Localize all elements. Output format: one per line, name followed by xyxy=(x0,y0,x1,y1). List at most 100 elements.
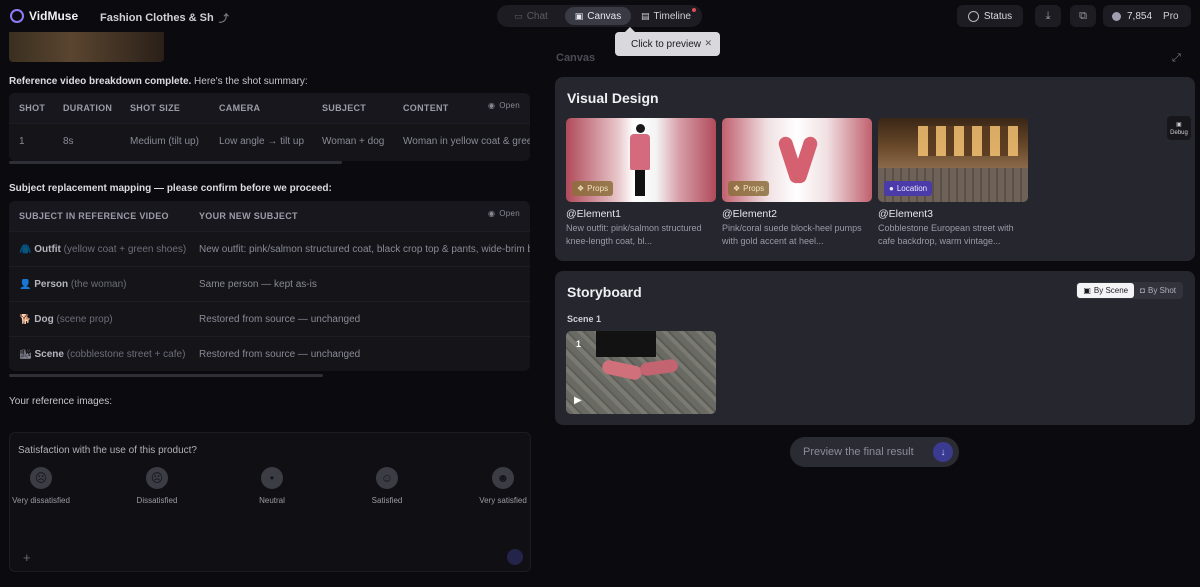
credits-count: 7,854 xyxy=(1127,10,1153,22)
city-icon: 🏙 xyxy=(19,348,32,360)
credits-icon xyxy=(1112,11,1121,21)
table-scrollbar[interactable] xyxy=(9,374,323,377)
rating-satisfied[interactable]: ☺ Satisfied xyxy=(352,467,422,506)
status-icon xyxy=(967,10,979,22)
open-button[interactable]: ◉ Open xyxy=(488,101,520,110)
reference-thumbnail[interactable] xyxy=(9,32,164,62)
visual-design-title: Visual Design xyxy=(567,90,659,106)
mapping-table: SUBJECT IN REFERENCE VIDEO YOUR NEW SUBJ… xyxy=(9,201,530,371)
element-name: @Element1 xyxy=(566,208,622,220)
chat-panel: Reference video breakdown complete. Here… xyxy=(0,32,540,587)
shot-table: SHOT DURATION SHOT SIZE CAMERA SUBJECT C… xyxy=(9,93,530,161)
rating-neutral[interactable]: • Neutral xyxy=(237,467,307,506)
visual-design-card: Visual Design ❖ Props @Element1 New outfi… xyxy=(555,77,1195,261)
download-button[interactable]: ⤓ xyxy=(1035,5,1061,27)
rating-very-dissatisfied[interactable]: ☹ Very dissatisfied xyxy=(6,467,76,506)
element-name: @Element2 xyxy=(722,208,778,220)
shoes-figure xyxy=(772,135,822,186)
rating-dissatisfied[interactable]: ☹ Dissatisfied xyxy=(122,467,192,506)
props-icon: ❖ xyxy=(733,184,741,193)
reference-images-label: Your reference images: xyxy=(9,396,113,407)
storyboard-card: Storyboard ▣ By Scene ◘ By Shot Scene 1 1 … xyxy=(555,271,1195,425)
table-row: 👤 Person (the woman) Same person — kept … xyxy=(9,266,530,301)
plan-badge: Pro xyxy=(1163,10,1179,22)
project-title-text: Fashion Clothes & Sh xyxy=(100,11,214,24)
tab-chat[interactable]: ▭ Chat xyxy=(499,7,563,25)
location-pin-icon: ● xyxy=(889,184,894,193)
eye-icon: ◉ xyxy=(487,101,496,110)
eye-icon: ◉ xyxy=(487,209,496,218)
props-icon: ❖ xyxy=(577,184,585,193)
logo-icon xyxy=(10,9,24,23)
tab-canvas[interactable]: ▣ Canvas xyxy=(565,7,631,25)
props-tag: ❖ Props xyxy=(728,181,770,196)
download-icon: ⤓ xyxy=(1045,9,1051,22)
table-header: SHOT DURATION SHOT SIZE CAMERA SUBJECT C… xyxy=(9,93,530,123)
person-icon: 👤 xyxy=(19,278,32,290)
status-button[interactable]: Status xyxy=(957,5,1023,27)
very-dissatisfied-face-icon: ☹ xyxy=(30,467,52,489)
element-image[interactable]: ● Location xyxy=(878,118,1028,202)
storyboard-title: Storyboard xyxy=(567,284,642,300)
share-button[interactable]: ⧉ xyxy=(1070,5,1096,27)
by-shot-toggle[interactable]: ◘ By Shot xyxy=(1134,283,1182,298)
chat-input-bar[interactable]: + xyxy=(9,544,529,570)
element-image[interactable]: ❖ Props xyxy=(566,118,716,202)
scene-label: Scene 1 xyxy=(567,314,602,324)
open-button[interactable]: ◉ Open xyxy=(488,209,520,218)
dissatisfied-face-icon: ☹ xyxy=(146,467,168,489)
notification-dot xyxy=(692,8,696,12)
debug-button[interactable]: ▣ Debug xyxy=(1167,116,1191,140)
scene-icon: ▣ xyxy=(1083,286,1091,295)
credits-badge[interactable]: 7,854 Pro xyxy=(1103,5,1191,27)
element-name: @Element3 xyxy=(878,208,934,220)
props-tag: ❖ Props xyxy=(572,181,614,196)
table-row: 🧥 Outfit (yellow coat + green shoes) New… xyxy=(9,231,530,266)
canvas-panel: Canvas ⤢ Visual Design ❖ Props @Element1 … xyxy=(545,32,1200,587)
preview-final-result-button[interactable]: Preview the final result ↓ xyxy=(790,437,959,467)
satisfied-face-icon: ☺ xyxy=(376,467,398,489)
by-scene-toggle[interactable]: ▣ By Scene xyxy=(1077,283,1135,298)
table-header: SUBJECT IN REFERENCE VIDEO YOUR NEW SUBJ… xyxy=(9,201,530,231)
outfit-icon: 🧥 xyxy=(19,243,32,255)
table-scrollbar[interactable] xyxy=(9,161,342,164)
chat-icon: ▭ xyxy=(514,10,523,21)
element-card[interactable]: ● Location @Element3 Cobblestone European… xyxy=(878,118,1028,248)
send-button[interactable] xyxy=(507,549,523,565)
very-satisfied-face-icon: ☻ xyxy=(492,467,514,489)
element-description: Pink/coral suede block-heel pumps with g… xyxy=(722,223,862,246)
element-description: Cobblestone European street with cafe ba… xyxy=(878,223,1014,246)
element-card[interactable]: ❖ Props @Element1 New outfit: pink/salmon… xyxy=(566,118,716,248)
play-icon[interactable]: ▶ xyxy=(574,395,582,406)
debug-icon: ▣ xyxy=(1176,121,1182,128)
location-tag: ● Location xyxy=(884,181,933,196)
external-link-icon: ⧉ xyxy=(1079,9,1087,22)
shot-thumbnail[interactable]: 1 ▶ xyxy=(566,331,716,414)
project-title[interactable]: Fashion Clothes & Sh ⤴ xyxy=(100,10,229,26)
tab-timeline[interactable]: ▤ Timeline xyxy=(633,7,699,25)
shot-number: 1 xyxy=(576,339,582,349)
table-row: 1 8s Medium (tilt up) Low angle → tilt u… xyxy=(9,123,530,158)
timeline-icon: ▤ xyxy=(641,10,650,21)
add-attachment-icon[interactable]: + xyxy=(23,550,31,565)
dog-icon: 🐕 xyxy=(19,313,32,325)
app-logo[interactable]: VidMuse xyxy=(10,9,78,23)
app-name: VidMuse xyxy=(29,9,79,23)
table-row: 🏙 Scene (cobblestone street + cafe) Rest… xyxy=(9,336,530,371)
breakdown-message: Reference video breakdown complete. Here… xyxy=(9,76,308,87)
mode-tabs: ▭ Chat ▣ Canvas ▤ Timeline xyxy=(497,5,702,27)
element-card[interactable]: ❖ Props @Element2 Pink/coral suede block-… xyxy=(722,118,872,248)
camera-icon: ◘ xyxy=(1140,286,1145,295)
canvas-heading: Canvas xyxy=(556,52,596,64)
survey-question: Satisfaction with the use of this produc… xyxy=(18,445,197,456)
rating-very-satisfied[interactable]: ☻ Very satisfied xyxy=(468,467,538,506)
arrow-down-icon: ↓ xyxy=(933,442,953,462)
element-image[interactable]: ❖ Props xyxy=(722,118,872,202)
mapping-prompt: Subject replacement mapping — please con… xyxy=(9,183,332,194)
neutral-face-icon: • xyxy=(261,467,283,489)
expand-icon[interactable]: ⤢ xyxy=(1172,52,1181,65)
share-icon[interactable]: ⤴ xyxy=(219,10,229,25)
top-bar: VidMuse Fashion Clothes & Sh ⤴ ▭ Chat ▣ … xyxy=(0,0,1200,32)
canvas-icon: ▣ xyxy=(574,10,584,21)
table-row: 🐕 Dog (scene prop) Restored from source … xyxy=(9,301,530,336)
